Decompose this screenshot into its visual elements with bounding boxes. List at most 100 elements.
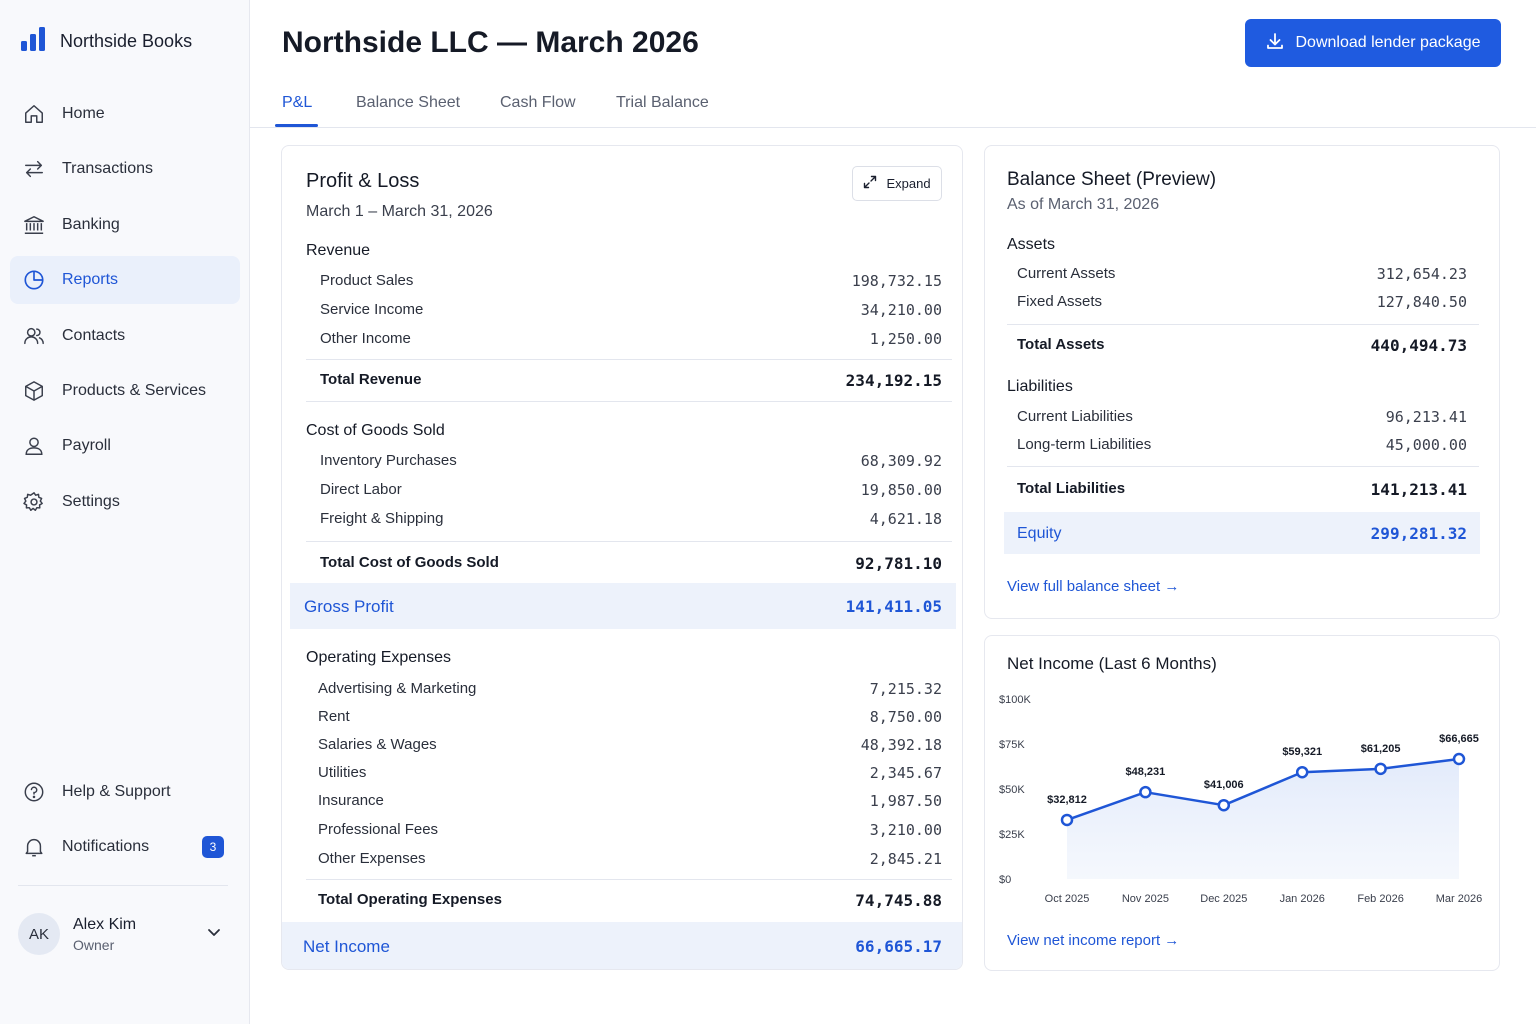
user-name: Alex Kim [73,915,137,933]
row-value: 198,732.15 [851,272,942,290]
chevron-down-icon[interactable] [206,924,222,945]
data-label: $61,205 [1361,743,1401,755]
revenue-heading: Revenue [306,242,371,259]
help-icon [22,780,46,804]
pl-row: Insurance 1,987.50 [318,792,942,814]
home-icon [22,102,46,126]
row-label: Other Income [320,330,411,347]
avatar: AK [18,913,60,955]
pl-row: Other Income 1,250.00 [320,330,942,352]
view-full-balance-sheet-link[interactable]: View full balance sheet → [1007,578,1179,595]
row-label: Other Expenses [318,850,426,867]
brand-name: Northside Books [60,31,193,51]
download-icon [1265,31,1285,56]
pl-title: Profit & Loss [306,170,420,192]
sidebar-item-notifications[interactable]: Notifications 3 [10,823,240,871]
x-tick-label: Oct 2025 [1045,893,1090,905]
net-income-value: 66,665.17 [855,937,942,956]
tab-pl[interactable]: P&L [282,94,312,112]
gross-profit-row: Gross Profit 141,411.05 [290,583,956,629]
row-label: Current Assets [1017,265,1116,282]
row-value: 234,192.15 [845,371,942,390]
sidebar-item-contacts[interactable]: Contacts [10,312,240,360]
row-label: Current Liabilities [1017,408,1133,425]
data-point [1295,765,1309,779]
sidebar-bottom: Help & Support Notifications 3 [10,768,240,879]
download-button-label: Download lender package [1295,34,1481,51]
row-label: Total Revenue [320,371,422,388]
box-icon [22,379,46,403]
data-label: $48,231 [1126,766,1166,778]
row-label: Product Sales [320,272,414,289]
pl-period: March 1 – March 31, 2026 [306,203,493,220]
brand[interactable]: Northside Books [20,26,192,57]
divider [1007,324,1479,325]
row-value: 45,000.00 [1385,436,1467,454]
user-info: Alex Kim Owner [73,916,136,953]
row-label: Insurance [318,792,384,809]
sidebar-item-products-services[interactable]: Products & Services [10,367,240,415]
sidebar-item-home[interactable]: Home [10,90,240,138]
row-value: 34,210.00 [860,301,942,319]
sidebar-item-transactions[interactable]: Transactions [10,145,240,193]
opex-heading: Operating Expenses [306,649,451,666]
pl-row: Salaries & Wages 48,392.18 [318,736,942,758]
bs-row: Long-term Liabilities 45,000.00 [1017,436,1467,458]
person-icon [22,434,46,458]
y-tick-label: $0 [999,874,1011,886]
pl-row: Service Income 34,210.00 [320,301,942,323]
row-label: Total Cost of Goods Sold [320,554,499,571]
sidebar-item-payroll[interactable]: Payroll [10,422,240,470]
row-label: Total Liabilities [1017,480,1126,497]
row-label: Total Operating Expenses [318,891,502,908]
pl-row: Rent 8,750.00 [318,708,942,730]
sidebar-item-reports[interactable]: Reports [10,256,240,305]
sidebar-nav: Home Transactions Banking Reports Contac… [10,90,240,533]
bs-row: Current Liabilities 96,213.41 [1017,408,1467,430]
row-label: Total Assets [1017,336,1105,353]
row-value: 7,215.32 [869,680,942,698]
user-menu[interactable]: AK Alex Kim Owner [18,910,230,958]
sidebar-item-label: Contacts [62,326,126,344]
data-point [1139,785,1152,799]
sidebar-item-help-support[interactable]: Help & Support [10,768,240,816]
pl-row: Other Expenses 2,845.21 [318,850,942,872]
expand-label: Expand [886,176,931,191]
expand-button[interactable]: Expand [852,166,942,201]
sidebar-item-label: Transactions [62,160,153,178]
row-label: Service Income [320,301,424,318]
data-point [1060,813,1074,827]
row-value: 141,213.41 [1370,480,1467,499]
gross-profit-value: 141,411.05 [845,597,942,616]
balance-sheet-preview-card: Balance Sheet (Preview) As of March 31, … [984,145,1500,619]
tab-balance-sheet[interactable]: Balance Sheet [356,94,460,112]
row-label: Advertising & Marketing [318,680,477,697]
chart-title: Net Income (Last 6 Months) [1007,654,1217,673]
row-label: Rent [318,708,350,725]
row-label: Inventory Purchases [320,452,457,469]
data-label: $32,812 [1047,794,1087,806]
divider [1007,466,1479,467]
sidebar-item-label: Payroll [62,437,111,455]
sidebar-item-label: Products & Services [62,381,207,399]
arrows-icon [22,157,46,181]
tab-trial-balance[interactable]: Trial Balance [616,94,709,112]
x-tick-label: Mar 2026 [1436,893,1482,905]
sidebar-item-banking[interactable]: Banking [10,201,240,249]
equity-value: 299,281.32 [1370,524,1467,543]
tab-cash-flow[interactable]: Cash Flow [500,94,576,112]
row-value: 68,309.92 [860,452,942,470]
bs-as-of: As of March 31, 2026 [1007,196,1160,213]
active-tab-indicator [275,124,318,127]
view-net-income-report-link[interactable]: View net income report → [1007,932,1179,949]
pl-row: Utilities 2,345.67 [318,764,942,786]
row-value: 8,750.00 [869,708,942,726]
download-lender-package-button[interactable]: Download lender package [1245,19,1501,67]
equity-label: Equity [1017,525,1062,542]
sidebar-item-settings[interactable]: Settings [10,478,240,526]
sidebar-item-label: Reports [62,271,119,289]
row-value: 92,781.10 [855,554,942,573]
divider [306,541,952,542]
total-liabilities-row: Total Liabilities 141,213.41 [1017,480,1467,502]
data-label: $41,006 [1204,779,1244,791]
